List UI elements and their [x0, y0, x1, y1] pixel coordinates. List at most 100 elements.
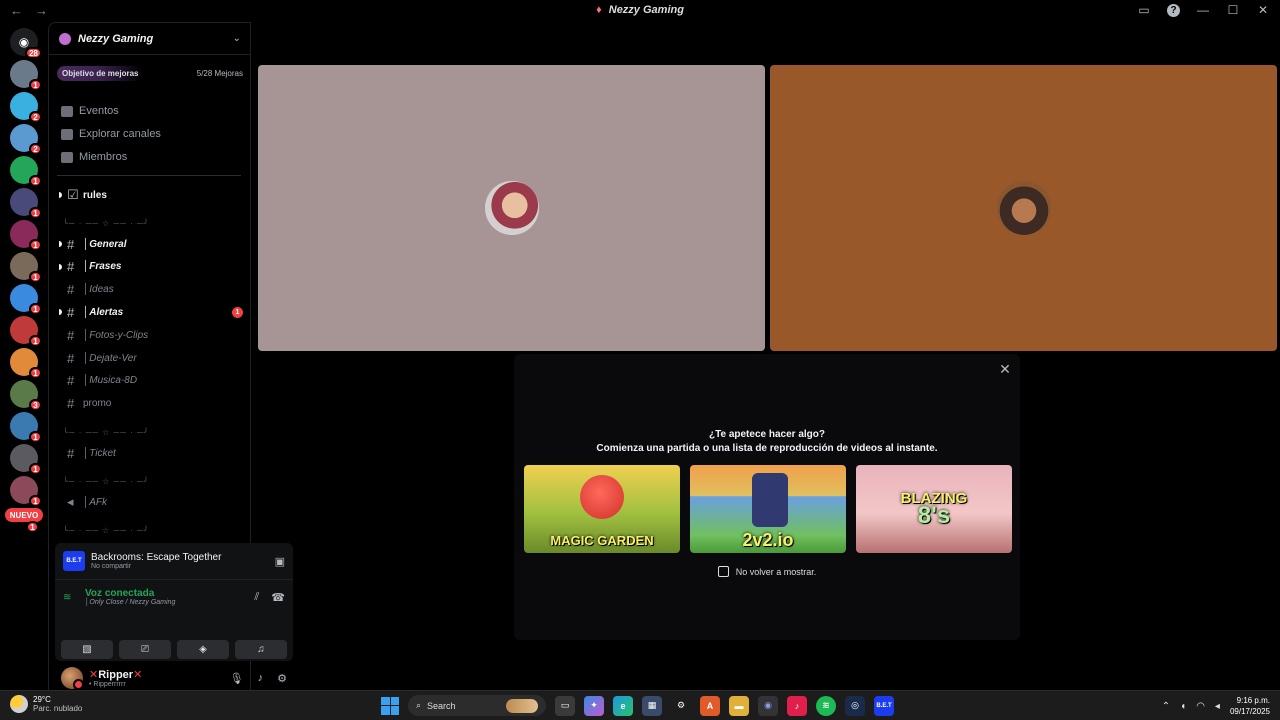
channel-name: rules	[83, 189, 107, 201]
game-card-magic-garden[interactable]: MAGIC GARDEN	[524, 465, 680, 553]
dont-show-again[interactable]: No volver a mostrar.	[514, 566, 1020, 577]
game-card-blazing-8s[interactable]: BLAZING 8's	[856, 465, 1012, 553]
channel-item[interactable]: # │Dejate-Ver	[59, 348, 243, 368]
minimize-icon[interactable]: —	[1196, 3, 1210, 17]
disconnect-icon[interactable]: ☎	[271, 591, 285, 604]
game-card-2v2io[interactable]: 2v2.io	[690, 465, 846, 553]
nav-events[interactable]: Eventos	[61, 102, 119, 120]
guild-header[interactable]: Nezzy Gaming ⌄	[49, 23, 251, 55]
new-label: NUEVO	[9, 510, 39, 520]
avatar[interactable]	[61, 667, 84, 690]
video-tile-user-2[interactable]	[770, 65, 1277, 351]
clock[interactable]: 9:16 p.m. 09/17/2025	[1230, 695, 1270, 717]
voice-channel-afk[interactable]: ◂ │AFk	[59, 492, 243, 512]
steam-icon[interactable]: ◎	[845, 695, 865, 716]
new-server-pill[interactable]: NUEVO	[5, 508, 43, 522]
channel-item[interactable]: # │Ideas	[59, 280, 243, 300]
window-controls: ▭ ? — ☐ ✕	[1137, 3, 1270, 17]
channel-rules[interactable]: ☑ rules	[59, 185, 243, 205]
camera-off-icon: ▧	[82, 644, 92, 655]
store-icon[interactable]: ▦	[642, 695, 662, 716]
microphone-icon[interactable]: 🎙︎	[230, 672, 244, 685]
server-icon[interactable]: 1	[10, 284, 42, 315]
server-icon[interactable]: 3	[10, 380, 42, 411]
headphones-icon[interactable]: ♪	[258, 672, 264, 685]
window-title: Nezzy Gaming	[608, 4, 684, 16]
guild-name: Nezzy Gaming	[78, 32, 154, 45]
nav-members[interactable]: Miembros	[61, 148, 127, 166]
edge-icon[interactable]: e	[613, 695, 633, 716]
channel-name: promo	[83, 398, 112, 410]
list-icon	[61, 128, 73, 140]
channel-item[interactable]: # │General	[59, 234, 243, 254]
task-view-icon[interactable]: ▭	[555, 695, 575, 716]
video-tile-user-1[interactable]	[258, 65, 765, 351]
mic-tray-icon[interactable]: ◖	[1180, 701, 1186, 712]
screen-share-button[interactable]: ⎚	[119, 640, 171, 659]
file-explorer-icon[interactable]: ▬	[729, 695, 749, 716]
nav-browse-channels[interactable]: Explorar canales	[61, 125, 161, 143]
avatar	[484, 181, 539, 235]
server-icon[interactable]: 1	[10, 188, 42, 219]
close-icon[interactable]: ✕	[998, 362, 1012, 376]
chevron-up-icon[interactable]: ⌃	[1162, 701, 1170, 712]
discord-taskbar-icon[interactable]: ◉	[758, 695, 778, 716]
speaker-icon: ◂	[67, 494, 74, 509]
category-separator[interactable]: ╰─ · ── ☆ ── · ─╯	[63, 477, 149, 489]
category-separator[interactable]: ╰─ · ── ☆ ── · ─╯	[63, 526, 149, 538]
server-icon[interactable]: 1	[10, 60, 42, 91]
direct-messages-button[interactable]: ◉ 28	[10, 28, 42, 59]
server-icon[interactable]: 1	[10, 476, 42, 507]
gear-icon[interactable]: ⚙	[277, 672, 287, 685]
server-icon[interactable]: 1	[10, 348, 42, 379]
stream-game-icon[interactable]: ▣	[275, 555, 285, 568]
soundboard-button[interactable]: ♫	[235, 640, 287, 659]
username-text: Ripper	[98, 669, 134, 681]
weather-widget[interactable]: 29°C Parc. nublado	[10, 695, 82, 713]
windows-start-icon[interactable]	[381, 696, 399, 715]
category-separator[interactable]: ╰─ · ── ☆ ── · ─╯	[63, 428, 149, 440]
server-icon[interactable]: 1	[10, 252, 42, 283]
signal-icon[interactable]: ≋	[63, 592, 77, 603]
channel-ticket[interactable]: # │Ticket	[59, 443, 243, 463]
noise-suppression-icon[interactable]: ⫽	[254, 591, 259, 604]
server-icon[interactable]: 2	[10, 124, 42, 155]
channel-item[interactable]: # │Musica-8D	[59, 371, 243, 391]
user-status: • Ripperrrrrr	[89, 681, 126, 688]
volume-icon[interactable]: ◂	[1215, 701, 1220, 712]
dont-show-checkbox[interactable]	[717, 566, 729, 577]
user-controls: 🎙︎ ♪ ⚙	[230, 672, 287, 685]
close-window-icon[interactable]: ✕	[1256, 3, 1270, 17]
help-icon[interactable]: ?	[1167, 3, 1180, 17]
maximize-icon[interactable]: ☐	[1226, 3, 1240, 17]
tiktok-icon[interactable]: ♪	[787, 695, 807, 716]
channel-item[interactable]: # promo	[59, 394, 243, 414]
channel-item[interactable]: # │Fotos-y-Clips	[59, 325, 243, 345]
server-icon[interactable]: 1	[10, 412, 42, 443]
channel-item[interactable]: # │Frases	[59, 257, 243, 277]
settings-app-icon[interactable]: ⚙	[671, 696, 691, 716]
spotify-icon[interactable]: ≋	[816, 695, 836, 716]
channel-item[interactable]: # │Alertas 1	[59, 302, 243, 322]
server-icon[interactable]: 1	[10, 220, 42, 251]
office-icon[interactable]: A	[700, 695, 720, 716]
user-info[interactable]: ✕Ripper✕ • Ripperrrrrr	[89, 668, 142, 688]
wifi-icon[interactable]: ◠	[1196, 701, 1205, 712]
server-icon[interactable]: 1	[10, 316, 42, 347]
activity-title: Backrooms: Escape Together	[91, 552, 222, 563]
bet-game-icon[interactable]: B.E.T	[874, 695, 894, 716]
inbox-icon[interactable]: ▭	[1137, 3, 1151, 17]
copilot-icon[interactable]: ✦	[584, 695, 604, 716]
server-icon[interactable]: 1	[10, 444, 42, 475]
taskbar-search[interactable]: ⌕ Search	[408, 695, 546, 716]
activity-button[interactable]: ◈	[177, 640, 229, 659]
camera-off-button[interactable]: ▧	[61, 640, 113, 659]
server-icon[interactable]: 1	[10, 156, 42, 187]
voice-channel[interactable]: │Only Close / Nezzy Gaming	[85, 599, 175, 606]
server-icon[interactable]: 2	[10, 92, 42, 123]
category-separator[interactable]: ╰─ · ── ☆ ── · ─╯	[63, 219, 149, 231]
boost-goal[interactable]: Objetivo de mejoras 5/28 Mejoras	[57, 65, 243, 81]
weather-icon	[10, 695, 28, 713]
